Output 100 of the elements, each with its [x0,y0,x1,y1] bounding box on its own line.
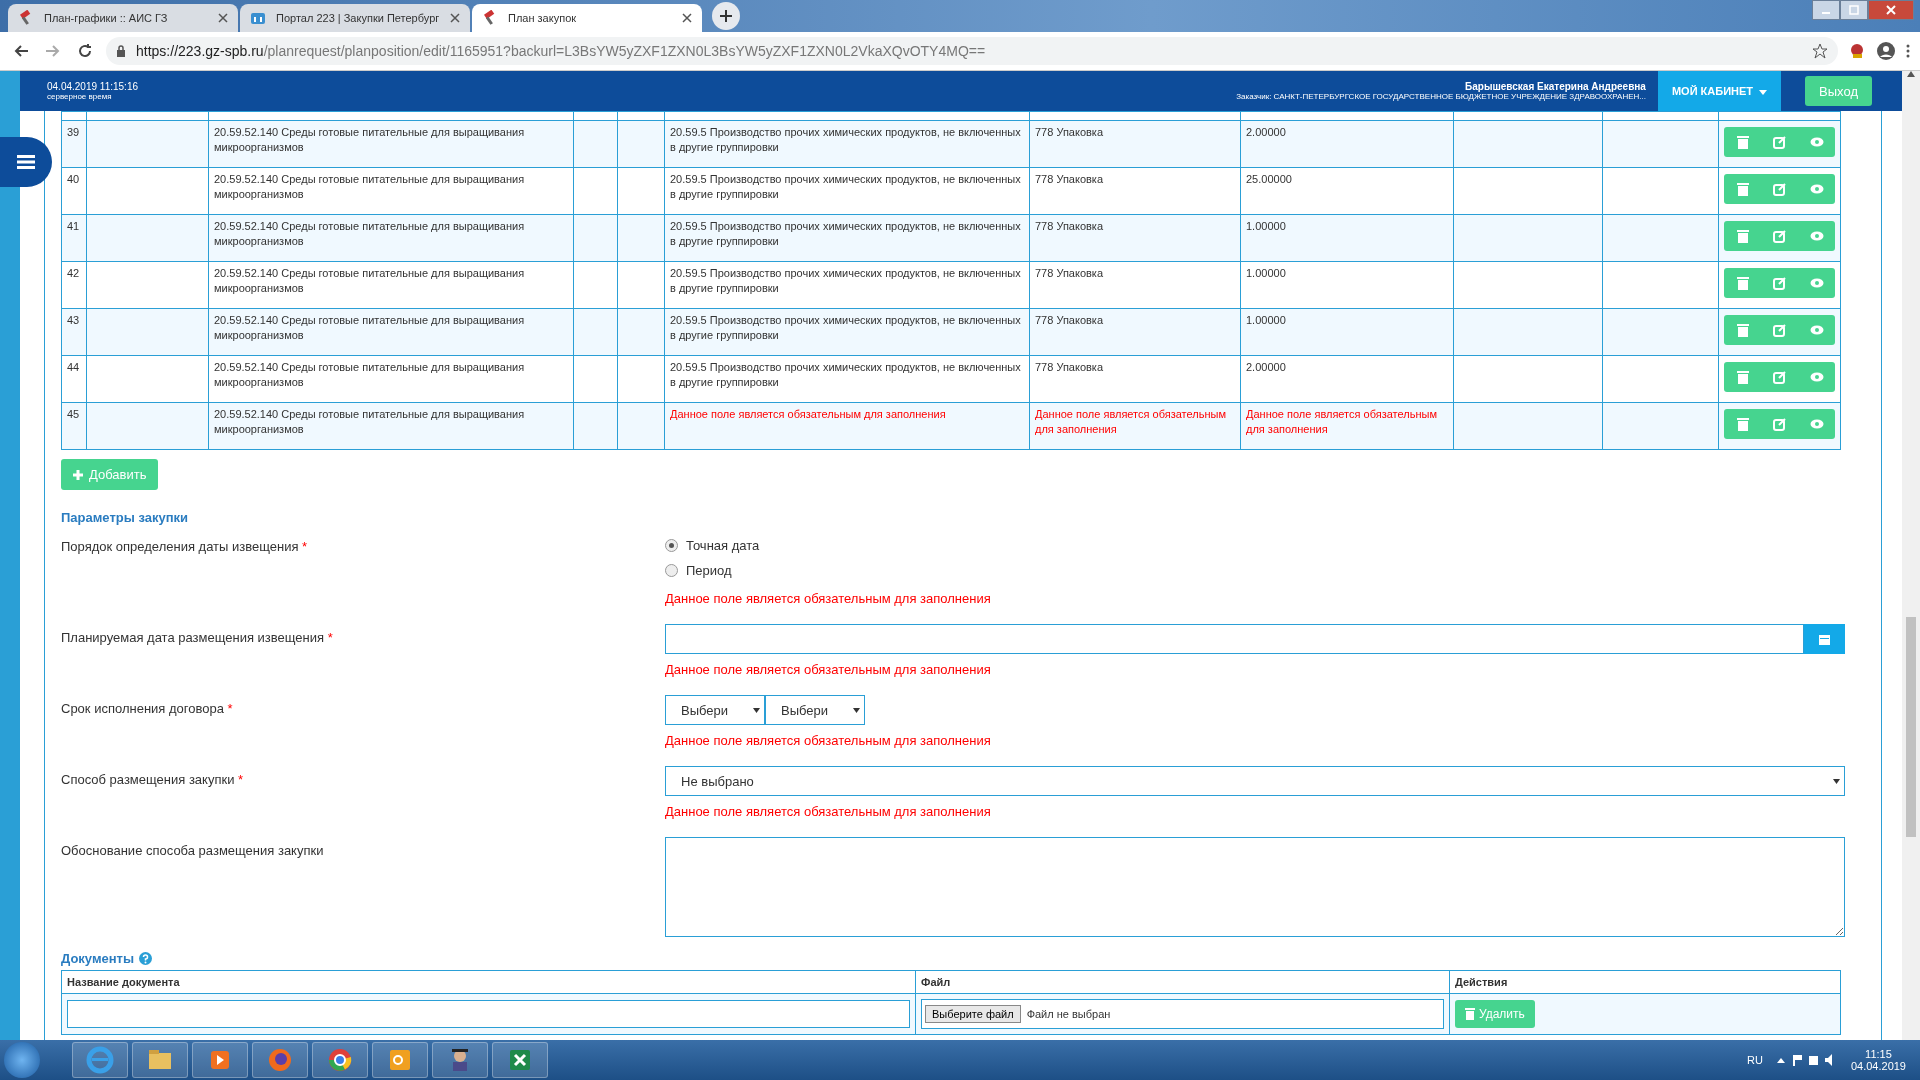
delete-button[interactable] [1724,268,1761,298]
table-cell: 20.59.52.140 Среды готовые питательные для выращивания микроорганизмов [208,167,574,215]
view-button[interactable] [1798,268,1835,298]
reload-icon[interactable] [77,43,93,59]
table-cell: 39 [61,120,87,168]
new-tab-button[interactable] [712,2,740,30]
close-button[interactable] [1885,4,1897,16]
delete-button[interactable] [1724,221,1761,251]
table-cell: Данное поле является обязательным для заполнения [664,402,1030,450]
caret-icon [853,707,860,713]
server-time-note: серверное время [47,92,113,101]
calendar-button[interactable] [1804,624,1845,654]
date-field[interactable] [665,624,1804,654]
star-icon[interactable] [1812,43,1828,59]
view-button[interactable] [1798,174,1835,204]
table-cell: 778 Упаковка [1029,355,1241,403]
table-cell: 25.00000 [1240,167,1454,215]
table-cell: 778 Упаковка [1029,308,1241,356]
delete-button[interactable] [1724,174,1761,204]
error-message: Данное поле является обязательным для заполнения [665,662,992,677]
delete-button[interactable] [1724,127,1761,157]
browser-icon[interactable] [326,1046,354,1074]
plus-icon [719,9,733,23]
table-cell: 1.00000 [1240,214,1454,262]
dropdown[interactable]: Выбери [665,695,765,725]
trash-icon [1735,417,1750,431]
section-title: Документы [61,951,135,966]
view-button[interactable] [1798,221,1835,251]
close-icon[interactable] [450,13,460,23]
eye-icon [1809,135,1824,149]
eye-icon [1809,370,1824,384]
caret-icon [1759,89,1768,95]
file-field[interactable]: Выберите файл Файл не выбран [921,999,1444,1029]
close-icon[interactable] [218,13,228,23]
view-button[interactable] [1798,127,1835,157]
radio-label: Точная дата [686,538,760,553]
close-icon[interactable] [682,13,692,23]
table-cell: 20.59.52.140 Среды готовые питательные для выращивания микроорганизмов [208,355,574,403]
edit-icon [1772,323,1787,337]
table-cell: 20.59.52.140 Среды готовые питательные для выращивания микроорганизмов [208,308,574,356]
help-icon [139,952,153,965]
delete-button[interactable] [1724,409,1761,439]
scrollbar-thumb[interactable] [1906,617,1916,837]
globe-icon[interactable] [86,1046,114,1074]
edit-icon [1772,135,1787,149]
menu-icon[interactable] [1906,43,1910,59]
edit-icon [1772,182,1787,196]
view-button[interactable] [1798,362,1835,392]
trash-icon [1735,323,1750,337]
table-cell: 42 [61,261,87,309]
account-icon[interactable] [1876,41,1896,61]
table-cell: 44 [61,355,87,403]
trash-icon [1735,370,1750,384]
column-header: Название документа [61,970,916,994]
edit-icon [1772,370,1787,384]
edit-icon [1772,276,1787,290]
table-cell: 778 Упаковка [1029,120,1241,168]
browser-tab[interactable]: Портал 223 | Закупки Петербург [240,4,470,32]
section-title: Параметры закупки [61,510,190,525]
table-cell: 1.00000 [1240,308,1454,356]
column-header: Действия [1449,970,1841,994]
browser-tab[interactable]: План-графики :: АИС ГЗ [8,4,238,32]
fox-icon[interactable] [266,1046,294,1074]
eye-icon [1809,323,1824,337]
view-button[interactable] [1798,315,1835,345]
customer-name: Заказчик: САНКТ-ПЕТЕРБУРГСКОЕ ГОСУДАРСТВЕННОЕ БЮДЖЕТНОЕ УЧРЕЖДЕНИЕ ЗДРАВООХРАНЕН... [1236,92,1646,101]
eye-icon [1809,417,1824,431]
document-name-field[interactable] [67,1000,910,1028]
table-cell: Данное поле является обязательным для заполнения [1240,402,1454,450]
menu-button[interactable] [0,137,52,187]
eye-icon [1809,229,1824,243]
browser-tab[interactable]: План закупок [472,4,702,32]
language-indicator[interactable]: RU [1747,1054,1763,1066]
caret-icon [753,707,760,713]
dropdown[interactable]: Не выбрано [665,766,1845,796]
radio-button[interactable] [665,539,678,552]
back-icon[interactable] [13,43,29,59]
edit-icon [1772,229,1787,243]
radio-button[interactable] [665,564,678,577]
view-button[interactable] [1798,409,1835,439]
extension-icon[interactable] [1848,42,1866,60]
table-cell: 2.00000 [1240,355,1454,403]
table-cell: 41 [61,214,87,262]
field-label: Срок исполнения договора * [61,700,234,718]
forward-icon[interactable] [45,43,61,59]
table-cell: 20.59.5 Производство прочих химических продуктов, не включенных в другие группировки [664,355,1030,403]
field-label: Способ размещения закупки * [61,771,245,789]
text-area[interactable] [665,837,1845,937]
table-cell: 20.59.5 Производство прочих химических продуктов, не включенных в другие группировки [664,120,1030,168]
dropdown[interactable]: Выбери [765,695,865,725]
table-cell: 20.59.5 Производство прочих химических продуктов, не включенных в другие группировки [664,308,1030,356]
choose-file-button[interactable]: Выберите файл [925,1005,1021,1023]
delete-button[interactable] [1724,362,1761,392]
start-button[interactable] [4,1042,40,1078]
field-label: Порядок определения даты извещения * [61,538,309,556]
trash-icon [1465,1008,1475,1020]
delete-button[interactable] [1724,315,1761,345]
restore-button[interactable] [1848,4,1860,16]
column-header: Файл [915,970,1450,994]
table-cell: 20.59.52.140 Среды готовые питательные для выращивания микроорганизмов [208,214,574,262]
